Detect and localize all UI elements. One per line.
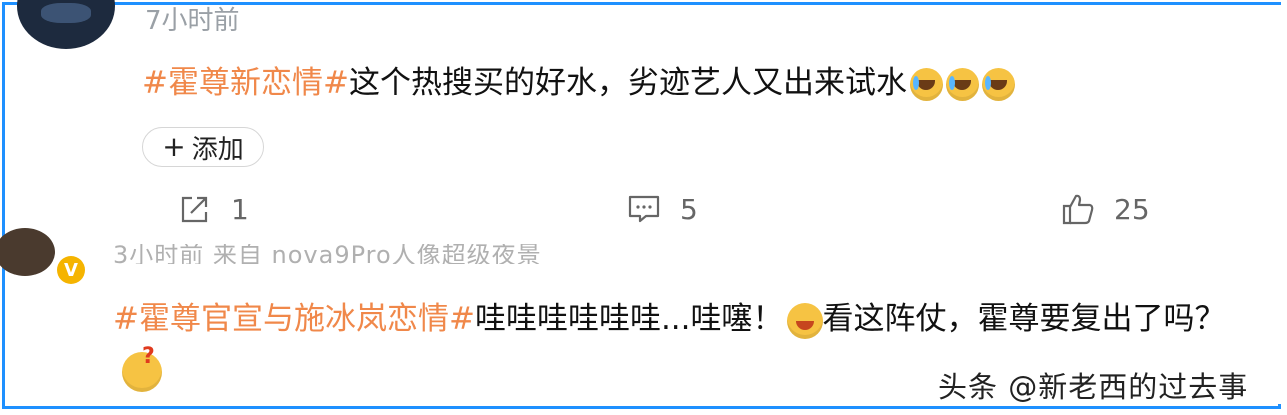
comment-text: #霍尊新恋情#这个热搜买的好水，劣迹艺人又出来试水 [142,63,1015,103]
laugh-cry-emoji [945,68,979,101]
comment-body: 这个热搜买的好水，劣迹艺人又出来试水 [348,65,907,101]
comment-time: 7小时前 [145,6,240,36]
share-count: 1 [231,192,249,226]
like-count: 25 [1114,192,1150,226]
comment-count: 5 [680,192,698,226]
comment-meta: 3小时前 来自 nova9Pro人像超级夜景 [113,244,542,264]
verified-badge-icon: V [57,256,85,284]
hashtag-link[interactable]: #霍尊官宣与施冰岚恋情# [113,301,475,337]
question-emoji [122,344,162,392]
comment-body-2: 看这阵仗，霍尊要复出了吗？ [822,301,1226,337]
avatar[interactable] [0,228,55,276]
comment-text: #霍尊官宣与施冰岚恋情#哇哇哇哇哇哇...哇噻！ 看这阵仗，霍尊要复出了吗？ [113,298,1226,340]
hashtag-link[interactable]: #霍尊新恋情# [142,65,349,101]
share-icon [181,196,208,223]
like-button[interactable]: 25 [1060,191,1150,227]
thumbs-up-icon [1062,194,1094,225]
emoji-line [119,344,162,392]
laugh-cry-emoji [909,68,943,101]
plus-icon: + [162,130,186,163]
add-button[interactable]: + 添加 [142,127,264,167]
share-button[interactable]: 1 [177,191,249,227]
comment-icon [628,195,660,223]
comment-body: 哇哇哇哇哇哇...哇噻！ [474,301,784,337]
laugh-cry-emoji [981,68,1015,101]
avatar[interactable] [17,0,115,49]
drool-emoji [786,302,823,339]
add-button-label: 添加 [191,134,244,165]
watermark: 头条 @新老西的过去事 [938,370,1249,404]
comment-button[interactable]: 5 [626,191,698,227]
